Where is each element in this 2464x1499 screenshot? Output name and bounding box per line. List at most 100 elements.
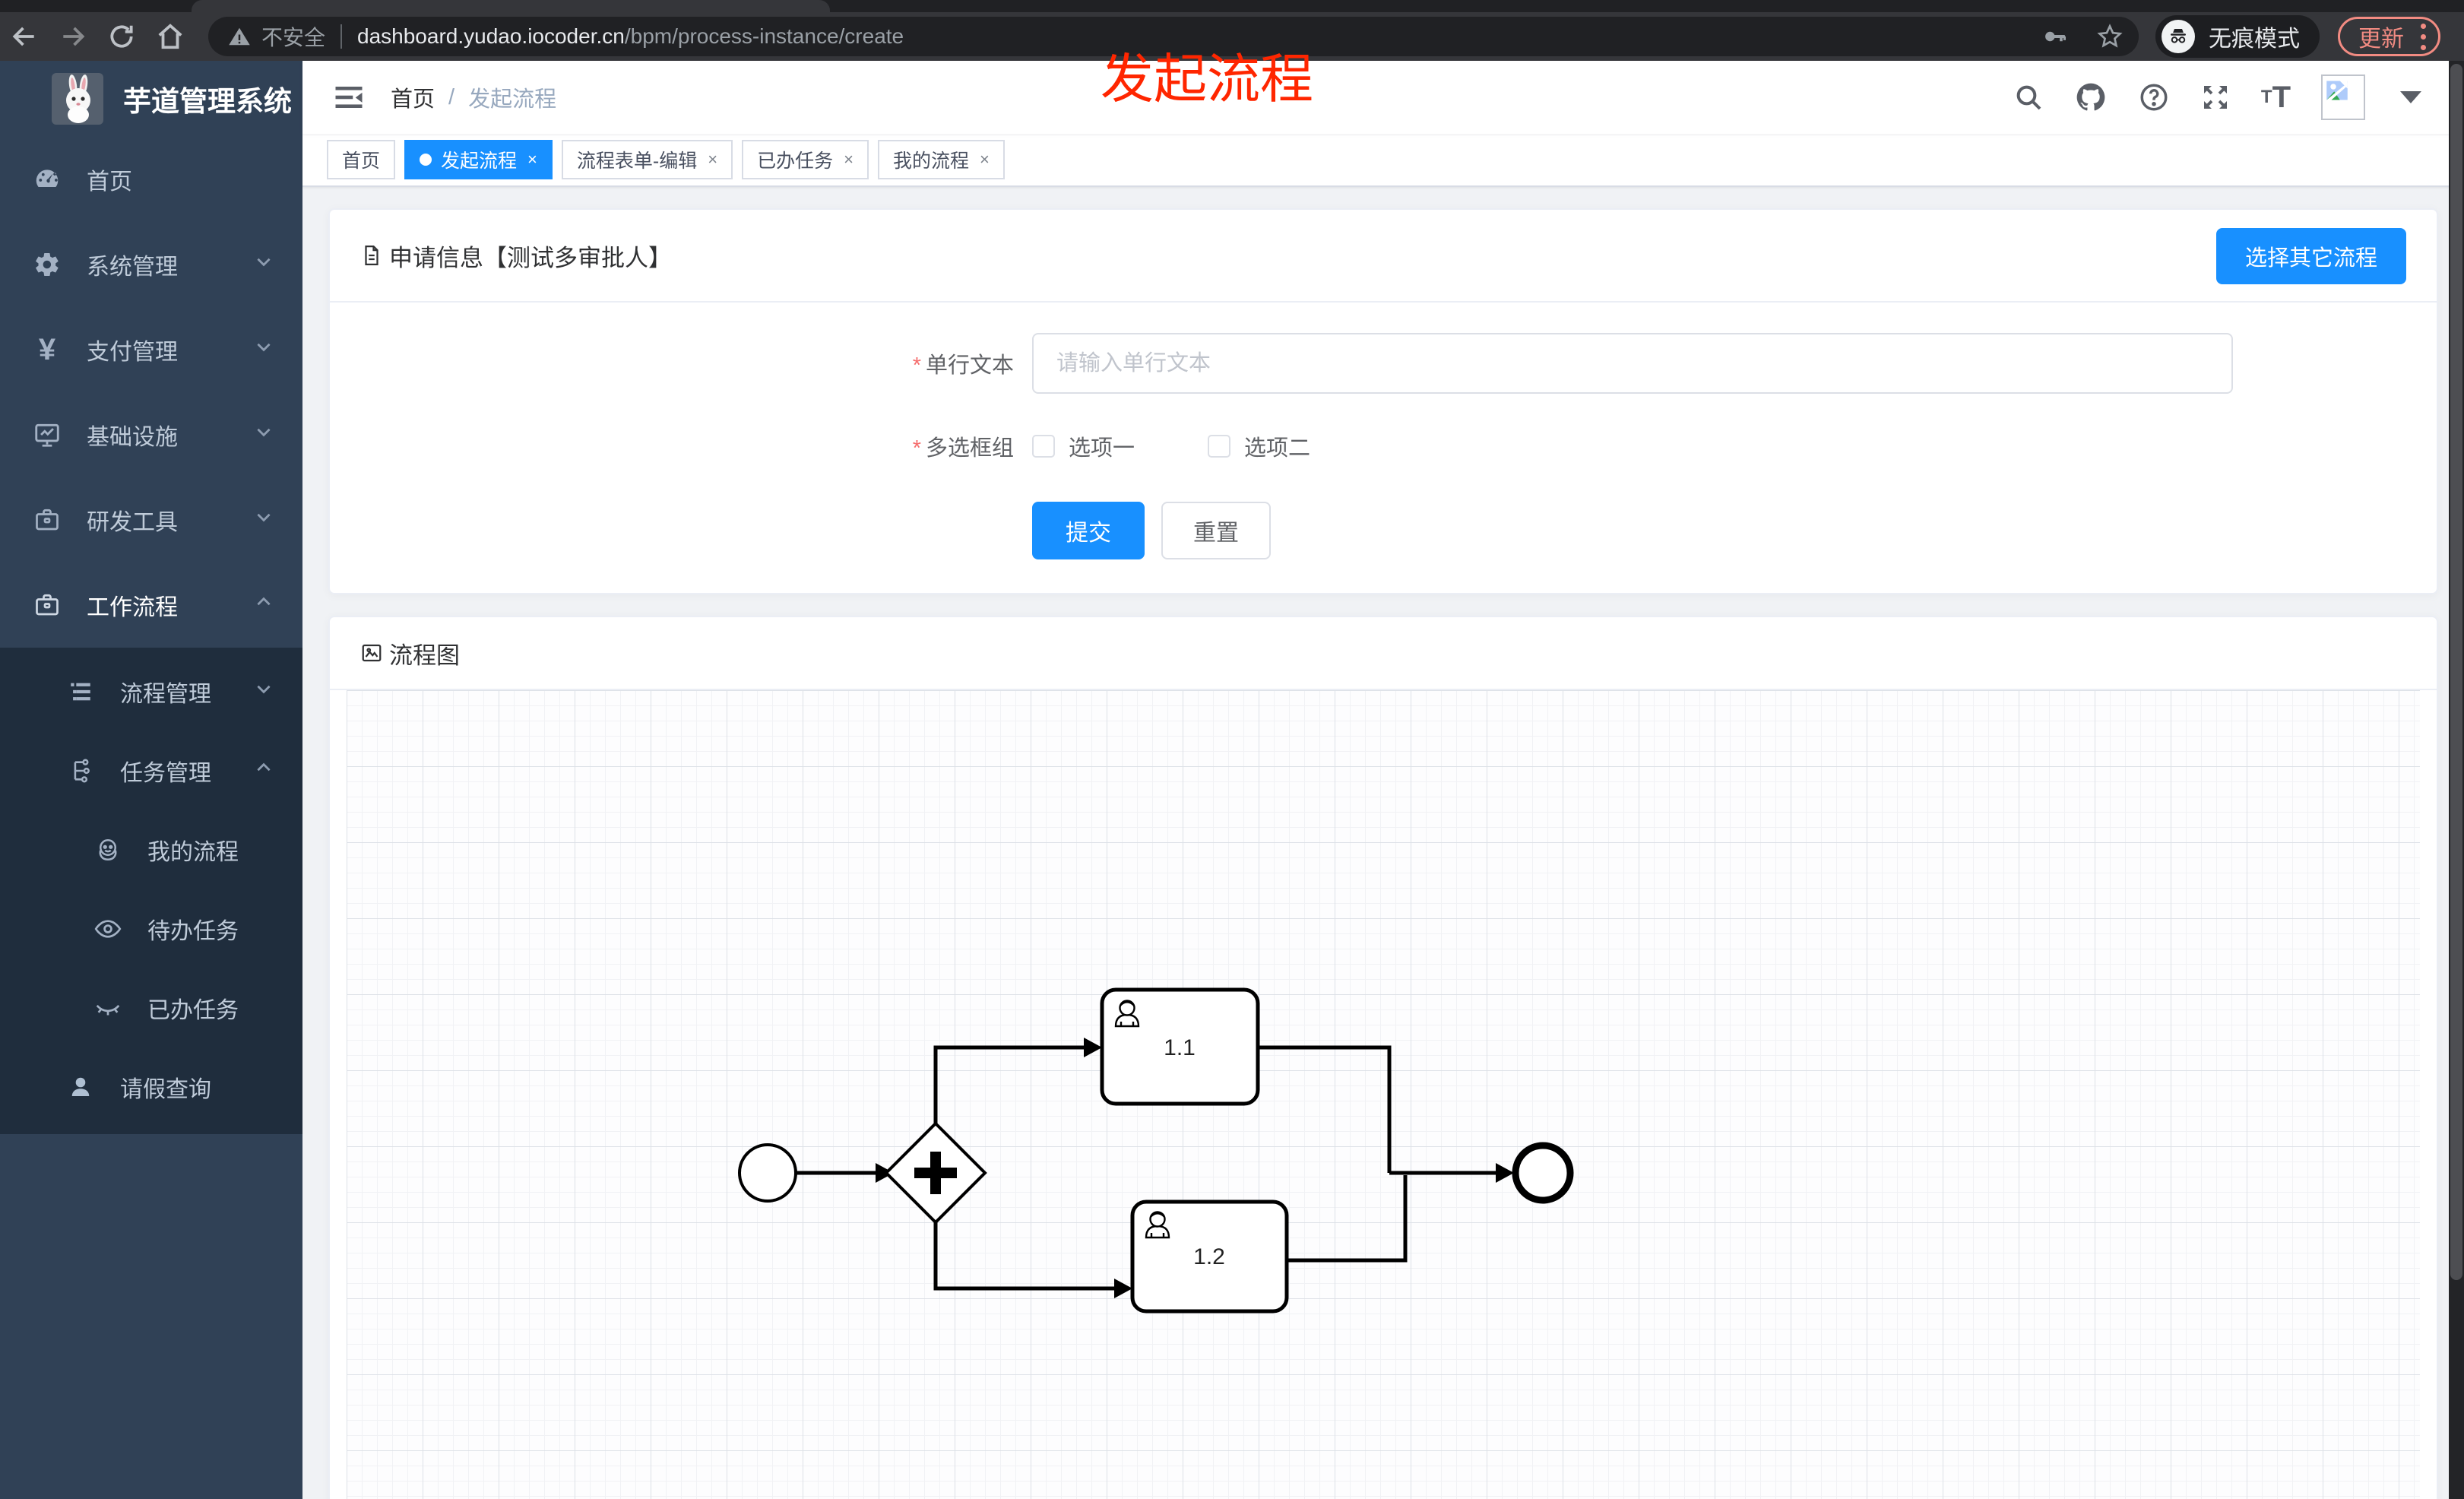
tab-home[interactable]: 首页 xyxy=(327,140,396,179)
chevron-down-icon xyxy=(254,507,274,533)
arrowhead xyxy=(1114,1279,1132,1298)
sidebar-item-workflow[interactable]: 工作流程 xyxy=(0,563,302,648)
not-secure-icon xyxy=(229,27,250,46)
bookmark-star-icon[interactable] xyxy=(2096,23,2124,50)
github-icon[interactable] xyxy=(2074,81,2108,114)
chevron-up-icon xyxy=(254,592,274,618)
fullscreen-icon[interactable] xyxy=(2200,82,2231,113)
update-label: 更新 xyxy=(2358,27,2404,52)
bpmn-canvas[interactable]: 1.1 1.2 xyxy=(347,690,2420,1499)
submit-button[interactable]: 提交 xyxy=(1032,502,1145,559)
tab-label: 已办任务 xyxy=(757,151,834,172)
close-icon[interactable]: × xyxy=(844,150,854,170)
sidebar-item-label: 支付管理 xyxy=(87,340,178,365)
close-icon[interactable]: × xyxy=(980,150,990,170)
tab-done-tasks[interactable]: 已办任务 × xyxy=(742,140,869,179)
app-logo xyxy=(52,73,103,125)
browser-scrollbar[interactable] xyxy=(2449,61,2464,1499)
close-icon[interactable]: × xyxy=(527,150,537,170)
bpmn-parallel-gateway[interactable] xyxy=(884,1121,987,1225)
sidebar-item-devtools[interactable]: 研发工具 xyxy=(0,477,302,563)
search-icon[interactable] xyxy=(2013,82,2044,113)
eye-closed-icon xyxy=(91,994,125,1022)
main-area: 首页 / 发起流程 TT 首页 发起流程 × 流程表单-编辑 × 已办任务 × … xyxy=(302,61,2464,1499)
avatar-dropdown-icon[interactable] xyxy=(2400,91,2421,103)
passkey-icon[interactable] xyxy=(2041,24,2067,49)
checkbox-option-1[interactable]: 选项一 xyxy=(1032,430,1135,462)
list-tree-icon xyxy=(64,679,97,705)
sidebar-item-process-mgmt[interactable]: 流程管理 xyxy=(0,652,302,731)
help-icon[interactable] xyxy=(2138,81,2170,113)
tab-form-edit[interactable]: 流程表单-编辑 × xyxy=(561,140,733,179)
checkbox-option-2[interactable]: 选项二 xyxy=(1208,430,1310,462)
sidebar-item-todo-tasks[interactable]: 待办任务 xyxy=(0,889,302,968)
breadcrumb-separator: / xyxy=(448,84,455,109)
breadcrumb-home[interactable]: 首页 xyxy=(391,81,435,113)
incognito-icon xyxy=(2162,20,2195,53)
chevron-down-icon xyxy=(254,337,274,363)
tab-start-process[interactable]: 发起流程 × xyxy=(404,140,553,179)
document-icon xyxy=(365,246,378,265)
chevron-down-icon xyxy=(254,422,274,448)
sidebar-item-leave-query[interactable]: 请假查询 xyxy=(0,1047,302,1127)
sidebar-item-infrastructure[interactable]: 基础设施 xyxy=(0,392,302,477)
forward-icon[interactable] xyxy=(49,12,97,61)
sidebar-item-label: 系统管理 xyxy=(87,255,178,280)
sidebar-toggle-icon[interactable] xyxy=(333,84,365,111)
form-row-checkbox: * 多选框组 选项一 选项二 xyxy=(816,430,2406,462)
sidebar-item-label: 研发工具 xyxy=(87,510,178,535)
bpmn-user-task-2[interactable]: 1.2 xyxy=(1130,1200,1289,1314)
scrollbar-thumb[interactable] xyxy=(2450,64,2462,1280)
sidebar-item-payment[interactable]: ¥ 支付管理 xyxy=(0,307,302,392)
choose-other-process-button[interactable]: 选择其它流程 xyxy=(2215,228,2406,284)
back-icon[interactable] xyxy=(0,12,49,61)
field-label: * 单行文本 xyxy=(912,353,1014,378)
sidebar: 芋道管理系统 首页 系统管理 ¥ 支付管理 基础设施 研发工具 工作流程 流程管… xyxy=(0,61,302,1499)
browser-active-tab[interactable] xyxy=(192,0,830,12)
sidebar-item-system[interactable]: 系统管理 xyxy=(0,222,302,307)
reload-icon[interactable] xyxy=(97,12,146,61)
close-icon[interactable]: × xyxy=(708,150,717,170)
sidebar-item-task-mgmt[interactable]: 任务管理 xyxy=(0,731,302,810)
monitor-icon xyxy=(30,420,64,449)
sidebar-item-label: 我的流程 xyxy=(147,840,239,865)
avatar[interactable] xyxy=(2321,74,2365,120)
sidebar-item-done-tasks[interactable]: 已办任务 xyxy=(0,968,302,1047)
field-label: * 多选框组 xyxy=(912,436,1014,461)
home-icon[interactable] xyxy=(146,12,195,61)
sidebar-item-my-process[interactable]: 我的流程 xyxy=(0,810,302,889)
page-content: 申请信息【测试多审批人】 选择其它流程 *单行文本 *多选框组 xyxy=(302,187,2464,1499)
security-label: 不安全 xyxy=(261,26,326,49)
browser-menu-icon[interactable] xyxy=(2421,23,2426,50)
briefcase-icon xyxy=(30,591,64,619)
face-icon xyxy=(91,836,125,864)
reset-button[interactable]: 重置 xyxy=(1161,502,1271,559)
tab-label: 首页 xyxy=(342,151,381,172)
checkbox-icon[interactable] xyxy=(1208,435,1231,458)
bpmn-user-task-1[interactable]: 1.1 xyxy=(1100,987,1260,1106)
flow-task2-out xyxy=(1287,1175,1408,1263)
branch-icon xyxy=(64,758,97,784)
workflow-submenu: 流程管理 任务管理 我的流程 待办任务 已办任务 请假查询 xyxy=(0,648,302,1134)
sidebar-logo-row: 芋道管理系统 xyxy=(0,61,302,137)
browser-update-button[interactable]: 更新 xyxy=(2338,17,2440,56)
bpmn-start-event[interactable] xyxy=(738,1143,797,1203)
url-host: dashboard.yudao.iocoder.cn xyxy=(357,24,625,48)
font-size-icon[interactable]: TT xyxy=(2261,82,2291,113)
url-path: /bpm/process-instance/create xyxy=(624,24,904,48)
bpmn-end-event[interactable] xyxy=(1512,1142,1574,1204)
app-title: 芋道管理系统 xyxy=(123,86,292,117)
required-asterisk: * xyxy=(912,436,921,461)
sidebar-item-label: 已办任务 xyxy=(147,998,239,1023)
active-dot xyxy=(420,154,432,166)
app-window: 芋道管理系统 首页 系统管理 ¥ 支付管理 基础设施 研发工具 工作流程 流程管… xyxy=(0,61,2464,1499)
task-label: 1.1 xyxy=(1164,1035,1196,1060)
sidebar-item-home[interactable]: 首页 xyxy=(0,137,302,222)
tab-my-process[interactable]: 我的流程 × xyxy=(877,140,1005,179)
apply-info-header: 申请信息【测试多审批人】 选择其它流程 xyxy=(330,210,2437,303)
single-line-text-input[interactable] xyxy=(1032,333,2233,394)
tab-label: 流程表单-编辑 xyxy=(576,151,698,172)
breadcrumb-current: 发起流程 xyxy=(468,87,557,112)
process-diagram-card: 流程图 1.1 1.2 xyxy=(328,616,2438,1499)
checkbox-icon[interactable] xyxy=(1032,435,1055,458)
